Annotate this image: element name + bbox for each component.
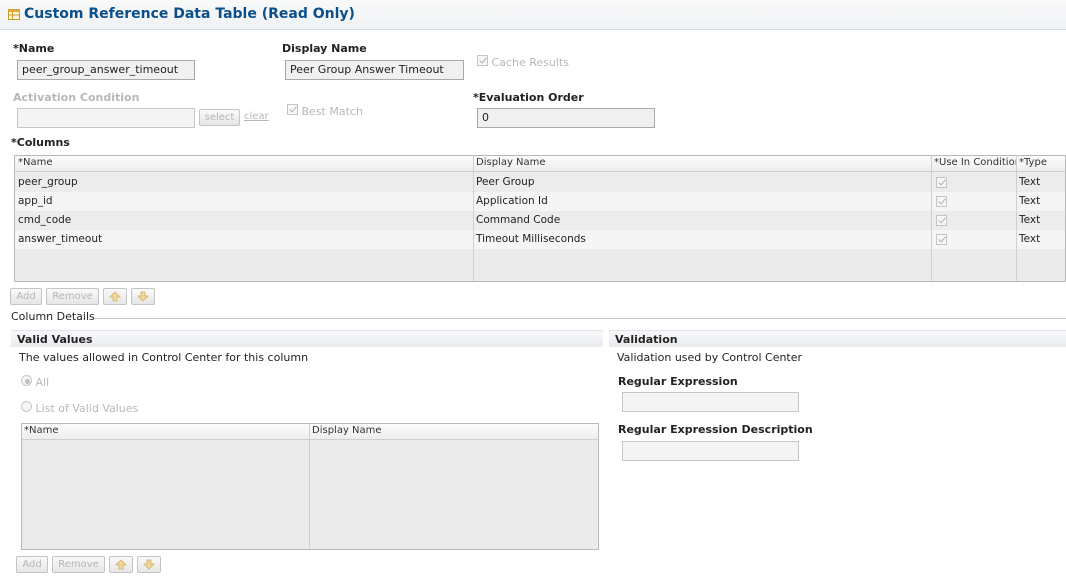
row-display-name: Timeout Milliseconds (476, 233, 586, 245)
column-divider (309, 424, 310, 549)
valid-values-header-display-name[interactable]: Display Name (312, 425, 382, 436)
column-header-type[interactable]: *Type (1019, 157, 1047, 168)
move-up-button[interactable] (103, 288, 127, 305)
column-divider (473, 156, 474, 281)
table-row[interactable]: app_id Application Id Text (15, 192, 1065, 211)
column-header-use-in-conditions[interactable]: *Use In Conditions (934, 157, 1017, 168)
row-name: peer_group (18, 176, 78, 188)
checkbox-check-icon (477, 55, 488, 66)
valid-values-header-name[interactable]: *Name (24, 425, 59, 436)
columns-remove-button[interactable]: Remove (46, 288, 99, 305)
page-title: Custom Reference Data Table (Read Only) (24, 6, 355, 22)
table-row[interactable]: answer_timeout Timeout Milliseconds Text (15, 230, 1065, 249)
regex-description-label: Regular Expression Description (618, 423, 813, 436)
radio-all[interactable]: All (21, 375, 49, 389)
arrow-up-icon (115, 559, 127, 570)
row-name: app_id (18, 195, 53, 207)
regex-field[interactable] (622, 392, 799, 412)
row-type: Text (1019, 176, 1041, 188)
regex-description-field[interactable] (622, 441, 799, 461)
regex-label: Regular Expression (618, 375, 738, 388)
columns-label: *Columns (11, 136, 70, 149)
valid-values-description: The values allowed in Control Center for… (19, 351, 309, 364)
use-in-conditions-checkbox[interactable] (936, 234, 947, 245)
table-row[interactable]: peer_group Peer Group Text (15, 173, 1065, 192)
row-type: Text (1019, 214, 1041, 226)
column-divider (931, 156, 932, 281)
row-display-name: Application Id (476, 195, 548, 207)
name-field[interactable]: peer_group_answer_timeout (17, 60, 195, 80)
row-display-name: Command Code (476, 214, 561, 226)
radio-unselected-icon (21, 401, 32, 412)
display-name-field[interactable]: Peer Group Answer Timeout (285, 60, 464, 80)
use-in-conditions-checkbox[interactable] (936, 215, 947, 226)
clear-link[interactable]: clear (244, 111, 269, 122)
column-header-display-name[interactable]: Display Name (476, 157, 546, 168)
row-name: cmd_code (18, 214, 72, 226)
table-icon (8, 9, 20, 20)
valid-values-move-up-button[interactable] (109, 556, 133, 573)
column-details-label: Column Details (11, 310, 95, 323)
valid-values-table: *Name Display Name (21, 423, 599, 550)
radio-list-label: List of Valid Values (35, 402, 139, 415)
table-row[interactable]: cmd_code Command Code Text (15, 211, 1065, 230)
columns-table-header: *Name Display Name *Use In Conditions *T… (15, 156, 1065, 172)
radio-all-label: All (35, 376, 50, 389)
validation-header: Validation (609, 330, 1066, 347)
evaluation-order-label: *Evaluation Order (473, 91, 584, 104)
best-match-checkbox[interactable]: Best Match (287, 104, 363, 118)
cache-results-label: Cache Results (491, 56, 569, 69)
use-in-conditions-checkbox[interactable] (936, 196, 947, 207)
row-display-name: Peer Group (476, 176, 535, 188)
activation-condition-field[interactable] (17, 108, 195, 128)
valid-values-remove-button[interactable]: Remove (52, 556, 105, 573)
column-header-name[interactable]: *Name (18, 157, 53, 168)
use-in-conditions-checkbox[interactable] (936, 177, 947, 188)
columns-add-button[interactable]: Add (10, 288, 42, 305)
row-type: Text (1019, 233, 1041, 245)
page-header: Custom Reference Data Table (Read Only) (0, 0, 1066, 30)
column-details-divider (94, 318, 1066, 319)
column-divider (1016, 156, 1017, 281)
checkbox-check-icon (287, 104, 298, 115)
move-down-button[interactable] (131, 288, 155, 305)
valid-values-header: Valid Values (11, 330, 603, 347)
arrow-up-icon (109, 291, 121, 302)
valid-values-move-down-button[interactable] (137, 556, 161, 573)
validation-description: Validation used by Control Center (617, 351, 803, 364)
row-name: answer_timeout (18, 233, 103, 245)
columns-table: *Name Display Name *Use In Conditions *T… (14, 155, 1066, 282)
cache-results-checkbox[interactable]: Cache Results (477, 55, 569, 69)
evaluation-order-field[interactable]: 0 (477, 108, 655, 128)
row-type: Text (1019, 195, 1041, 207)
radio-list-of-valid-values[interactable]: List of Valid Values (21, 401, 138, 415)
display-name-label: Display Name (282, 42, 367, 55)
select-button[interactable]: select (199, 109, 240, 126)
activation-condition-label: Activation Condition (13, 91, 140, 104)
radio-selected-icon (21, 375, 32, 386)
name-label: *Name (13, 42, 55, 55)
arrow-down-icon (143, 559, 155, 570)
best-match-label: Best Match (301, 105, 363, 118)
arrow-down-icon (137, 291, 149, 302)
valid-values-table-header: *Name Display Name (22, 424, 598, 440)
valid-values-add-button[interactable]: Add (16, 556, 48, 573)
